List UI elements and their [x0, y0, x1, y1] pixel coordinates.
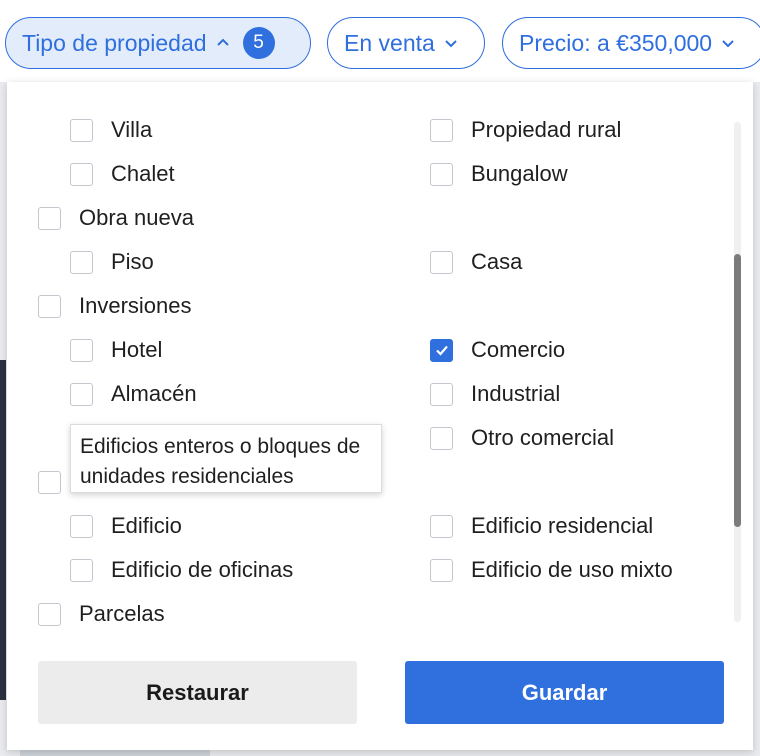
option-label: Obra nueva — [79, 205, 194, 230]
option-item[interactable]: Hotel — [70, 335, 162, 365]
option-item[interactable]: Casa — [430, 247, 522, 277]
option-item[interactable]: Edificio — [70, 511, 182, 541]
check-icon — [435, 345, 448, 356]
option-label: Bungalow — [471, 161, 568, 186]
checkbox[interactable] — [38, 470, 61, 494]
option-label: Piso — [111, 249, 154, 274]
price-filter[interactable]: Precio: a €350,000 — [502, 17, 760, 69]
option-item[interactable]: Otro comercial — [430, 423, 614, 453]
option-item[interactable]: Propiedad rural — [430, 115, 621, 145]
option-label: Casa — [471, 249, 523, 274]
checkbox[interactable] — [38, 602, 61, 626]
option-label: Parcelas — [79, 601, 165, 626]
checkbox[interactable] — [38, 206, 61, 230]
option-label: Villa — [111, 117, 153, 142]
option-item[interactable]: Edificio de uso mixto — [430, 555, 673, 585]
tooltip-text: Edificios enteros o bloques de unidades … — [80, 435, 361, 488]
option-item[interactable]: Obra nueva — [38, 203, 194, 233]
option-item[interactable]: Edificio residencial — [430, 511, 653, 541]
option-item[interactable]: Chalet — [70, 159, 175, 189]
option-item[interactable] — [38, 467, 61, 497]
chevron-up-icon — [216, 38, 229, 46]
checkbox[interactable] — [70, 558, 93, 582]
checkbox[interactable] — [70, 338, 93, 362]
checkbox[interactable] — [430, 250, 453, 274]
option-label: Edificio de uso mixto — [471, 557, 673, 582]
checkbox[interactable] — [430, 162, 453, 186]
option-label: Propiedad rural — [471, 117, 622, 142]
option-label: Chalet — [111, 161, 175, 186]
chevron-down-icon — [722, 40, 734, 48]
sale-filter[interactable]: En venta — [327, 17, 485, 69]
checkbox[interactable] — [430, 558, 453, 582]
sale-filter-label: En venta — [344, 29, 435, 56]
property-type-dropdown: Villa Propiedad rural Chalet Bungalow Obra n… — [7, 82, 753, 750]
option-item[interactable]: Villa — [70, 115, 152, 145]
reset-button[interactable]: Restaurar — [38, 661, 357, 724]
option-label: Industrial — [471, 381, 561, 406]
save-button[interactable]: Guardar — [405, 661, 724, 724]
tooltip: Edificios enteros o bloques de unidades … — [70, 424, 382, 493]
checkbox[interactable] — [70, 118, 93, 142]
option-label: Comercio — [471, 337, 566, 362]
option-item[interactable]: Almacén — [70, 379, 197, 409]
price-filter-label: Precio: a €350,000 — [519, 29, 713, 56]
scrollbar-thumb[interactable] — [734, 254, 741, 527]
checkbox[interactable] — [430, 514, 453, 538]
option-label: Edificio de oficinas — [111, 557, 294, 582]
option-label: Otro comercial — [471, 425, 615, 450]
checkbox[interactable] — [70, 162, 93, 186]
option-item[interactable]: Piso — [70, 247, 154, 277]
option-item[interactable]: Industrial — [430, 379, 560, 409]
checkbox[interactable] — [70, 514, 93, 538]
option-item[interactable]: Comercio — [430, 335, 565, 365]
selected-count-badge: 5 — [242, 27, 275, 59]
option-item[interactable]: Bungalow — [430, 159, 568, 189]
option-label: Almacén — [111, 381, 197, 406]
option-label: Inversiones — [79, 293, 192, 318]
option-item[interactable]: Inversiones — [38, 291, 192, 321]
checkbox[interactable] — [70, 382, 93, 406]
option-label: Edificio — [111, 513, 182, 538]
checkbox[interactable] — [430, 426, 453, 450]
option-item[interactable]: Edificio de oficinas — [70, 555, 293, 585]
checkbox[interactable] — [70, 250, 93, 274]
option-label: Edificio residencial — [471, 513, 654, 538]
option-item[interactable]: Parcelas — [38, 599, 165, 629]
background-image — [0, 360, 6, 700]
checkbox-checked[interactable] — [430, 338, 453, 362]
checkbox[interactable] — [430, 118, 453, 142]
option-label: Hotel — [111, 337, 163, 362]
property-type-filter-label: Tipo de propiedad — [22, 29, 207, 56]
checkbox[interactable] — [38, 294, 61, 318]
chevron-down-icon — [445, 40, 457, 48]
checkbox[interactable] — [430, 382, 453, 406]
property-type-filter[interactable]: Tipo de propiedad 5 — [5, 17, 311, 69]
